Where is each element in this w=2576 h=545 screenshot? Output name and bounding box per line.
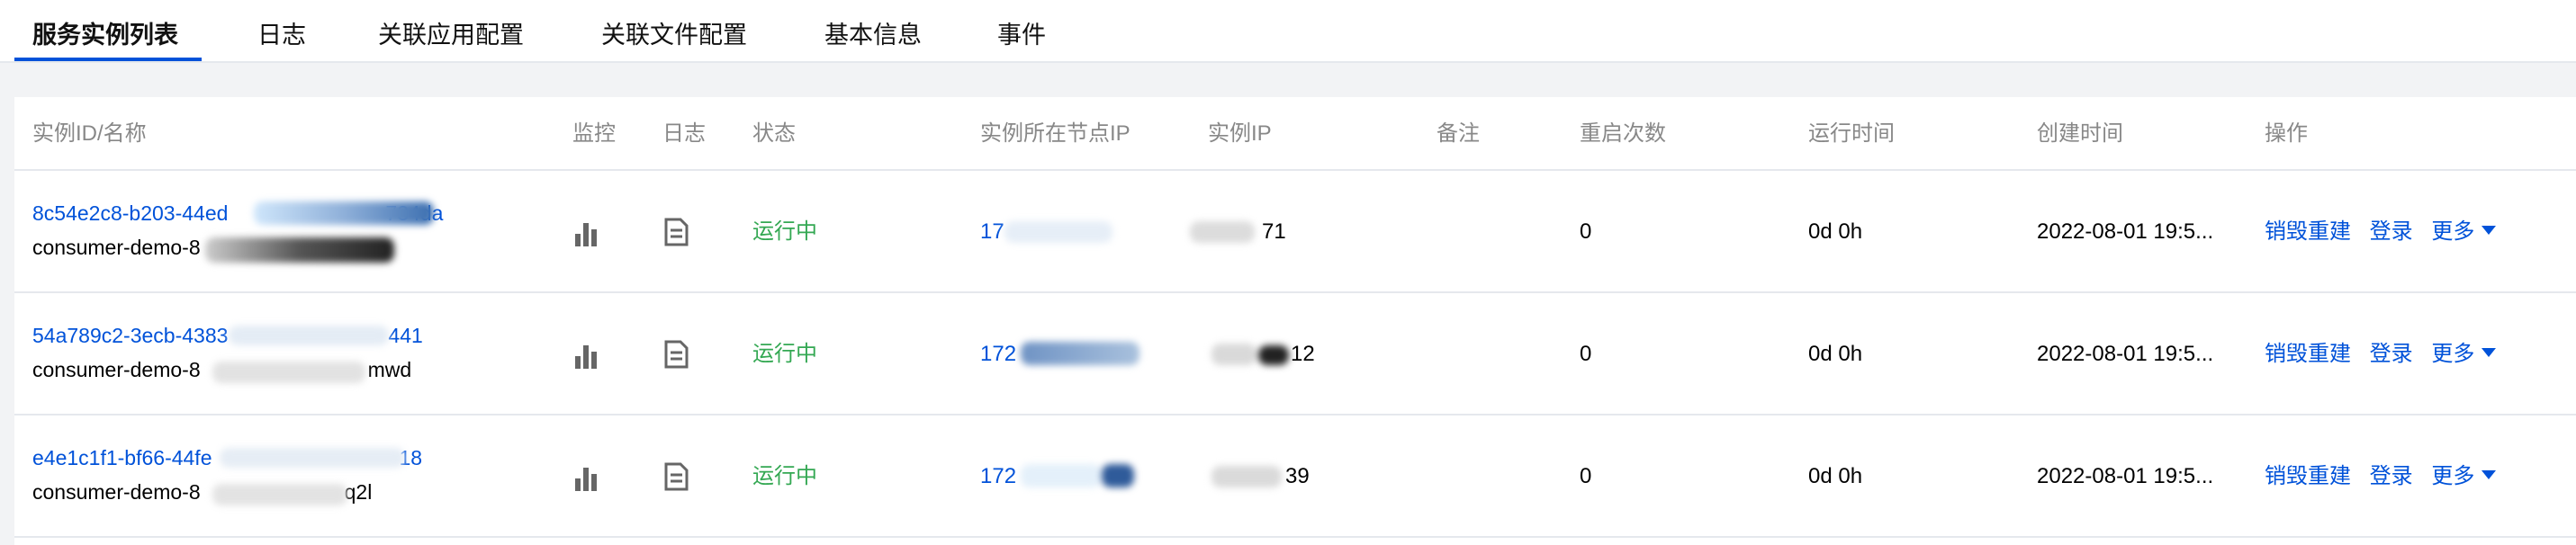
tab-bar: 服务实例列表 日志 关联应用配置 关联文件配置 基本信息 事件 [0,0,2576,63]
login-button[interactable]: 登录 [2370,464,2413,488]
row-actions: 销毁重建 登录 更多 [2265,415,2497,538]
tab-linked-file-config[interactable]: 关联文件配置 [601,0,747,63]
redacted-mask [212,362,365,383]
column-header-uptime: 运行时间 [1808,121,1895,146]
document-icon[interactable] [662,460,689,493]
bar-chart-icon[interactable] [572,460,599,493]
caret-down-icon [2481,469,2497,479]
login-button[interactable]: 登录 [2370,219,2413,244]
column-header-restart-count: 重启次数 [1580,121,1666,146]
tab-service-instances[interactable]: 服务实例列表 [32,0,178,63]
redacted-mask [254,201,434,225]
active-tab-indicator [14,58,202,61]
instance-ip: 39 [1285,464,1310,488]
column-header-instance-ip: 实例IP [1208,121,1272,146]
redacted-mask [205,237,394,263]
redacted-mask [229,326,389,345]
row-actions: 销毁重建 登录 更多 [2265,293,2497,415]
row-actions: 销毁重建 登录 更多 [2265,171,2497,293]
created-time: 2022-08-01 19:5... [2037,464,2214,488]
status-badge: 运行中 [752,342,817,366]
redacted-mask [1190,221,1255,243]
column-header-id-name: 实例ID/名称 [32,121,147,146]
redacted-mask [1258,345,1289,365]
more-dropdown[interactable]: 更多 [2431,464,2497,488]
uptime: 0d 0h [1808,219,1863,244]
created-time: 2022-08-01 19:5... [2037,219,2214,244]
status-badge: 运行中 [752,464,817,488]
column-header-actions: 操作 [2265,121,2308,146]
redacted-mask [212,484,347,505]
node-ip-link[interactable]: 172 [980,415,1016,538]
table-row: 54a789c2-3ecb-4383 441 consumer-demo-8 mwd… [14,293,2576,415]
redacted-mask [1211,466,1282,487]
table-header: 实例ID/名称 监控 日志 状态 实例所在节点IP 实例IP 备注 重启次数 运… [14,97,2576,171]
uptime: 0d 0h [1808,464,1863,488]
caret-down-icon [2481,347,2497,357]
column-header-log: 日志 [662,121,706,146]
column-header-status: 状态 [752,121,796,146]
more-dropdown[interactable]: 更多 [2431,342,2497,366]
bar-chart-icon[interactable] [572,216,599,248]
instance-ip: 71 [1262,219,1286,244]
instance-table: 实例ID/名称 监控 日志 状态 实例所在节点IP 实例IP 备注 重启次数 运… [14,97,2576,545]
login-button[interactable]: 登录 [2370,342,2413,366]
bar-chart-icon[interactable] [572,338,599,371]
uptime: 0d 0h [1808,342,1863,366]
restart-count: 0 [1580,342,1592,366]
restart-count: 0 [1580,219,1592,244]
more-dropdown[interactable]: 更多 [2431,219,2497,244]
created-time: 2022-08-01 19:5... [2037,342,2214,366]
tab-events[interactable]: 事件 [997,0,1046,63]
restart-count: 0 [1580,464,1592,488]
redacted-mask [1004,221,1112,243]
redacted-mask [1021,342,1139,365]
caret-down-icon [2481,225,2497,235]
document-icon[interactable] [662,216,689,248]
tab-logs[interactable]: 日志 [257,0,306,63]
redacted-mask [1102,464,1134,487]
column-header-remark: 备注 [1437,121,1480,146]
instance-ip: 12 [1291,342,1315,366]
rebuild-button[interactable]: 销毁重建 [2265,219,2351,244]
column-header-node-ip: 实例所在节点IP [980,121,1130,146]
status-badge: 运行中 [752,219,817,244]
table-row: 8c54e2c8-b203-44ed734da consumer-demo-8 … [14,171,2576,293]
rebuild-button[interactable]: 销毁重建 [2265,464,2351,488]
column-header-created-time: 创建时间 [2037,121,2123,146]
tab-basic-info[interactable]: 基本信息 [824,0,922,63]
instance-name: consumer-demo-8 [32,236,201,259]
rebuild-button[interactable]: 销毁重建 [2265,342,2351,366]
redacted-mask [1211,344,1256,365]
column-header-monitor: 监控 [572,121,616,146]
redacted-mask [1021,464,1102,487]
node-ip-link[interactable]: 17 [980,171,1004,293]
node-ip-link[interactable]: 172 [980,293,1016,415]
redacted-mask [220,448,405,468]
document-icon[interactable] [662,338,689,371]
tab-linked-app-config[interactable]: 关联应用配置 [378,0,524,63]
table-row: e4e1c1f1-bf66-44fe 18 consumer-demo-8 q2l … [14,415,2576,538]
